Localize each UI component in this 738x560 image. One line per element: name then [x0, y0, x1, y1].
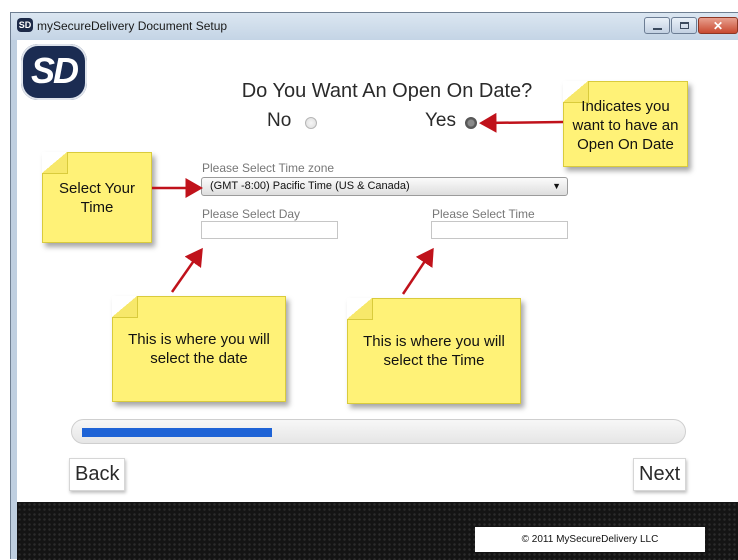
option-no-label: No — [267, 110, 292, 131]
sd-logo: SD — [21, 44, 87, 100]
note-open-on-date: Indicates you want to have an Open On Da… — [563, 81, 688, 167]
dropdown-caret-icon: ▼ — [552, 181, 561, 191]
option-yes-label: Yes — [425, 110, 456, 131]
window-title: mySecureDelivery Document Setup — [37, 19, 228, 33]
note-select-date-text: This is where you will select the date — [128, 331, 270, 367]
timezone-select[interactable]: (GMT -8:00) Pacific Time (US & Canada) ▼ — [201, 177, 568, 196]
maximize-icon — [679, 22, 689, 29]
open-on-date-question: Do You Want An Open On Date? — [241, 80, 533, 102]
app-window: SD mySecureDelivery Document Setup ✕ SD … — [10, 12, 738, 560]
day-input[interactable] — [201, 221, 338, 239]
window-controls: ✕ — [643, 17, 738, 35]
timezone-label: Please Select Time zone — [202, 161, 335, 175]
arrow-to-time-input — [401, 247, 434, 295]
arrow-to-day-input — [170, 247, 203, 293]
minimize-icon — [652, 27, 662, 30]
client-area: SD Do You Want An Open On Date? No Yes P… — [17, 40, 738, 560]
progress-bar — [71, 419, 686, 444]
close-icon: ✕ — [712, 18, 724, 33]
next-button[interactable]: Next — [633, 458, 687, 491]
sd-logo-text: SD — [30, 50, 79, 91]
note-select-date: This is where you will select the date — [112, 296, 286, 402]
back-button[interactable]: Back — [69, 458, 126, 491]
time-input[interactable] — [431, 221, 568, 239]
option-no-radio[interactable] — [305, 117, 317, 129]
app-logo-icon: SD — [17, 18, 33, 32]
arrow-to-yes-radio — [479, 112, 564, 133]
day-label: Please Select Day — [202, 207, 301, 221]
maximize-button[interactable] — [671, 17, 697, 34]
note-select-time-text: This is where you will select the Time — [363, 333, 505, 369]
time-label: Please Select Time — [432, 207, 535, 221]
option-yes-radio[interactable] — [465, 117, 477, 129]
note-select-time: This is where you will select the Time — [347, 298, 521, 404]
progress-bar-fill — [82, 428, 272, 437]
minimize-button[interactable] — [644, 17, 670, 34]
copyright-notice: © 2011 MySecureDelivery LLC — [475, 527, 705, 552]
title-bar: SD mySecureDelivery Document Setup ✕ — [11, 13, 738, 40]
close-button[interactable]: ✕ — [698, 17, 738, 34]
timezone-selected-value: (GMT -8:00) Pacific Time (US & Canada) — [210, 180, 410, 192]
note-open-on-date-text: Indicates you want to have an Open On Da… — [572, 97, 679, 153]
note-select-timezone-text: Select Your Time — [59, 179, 135, 216]
note-select-timezone: Select Your Time — [42, 152, 152, 243]
